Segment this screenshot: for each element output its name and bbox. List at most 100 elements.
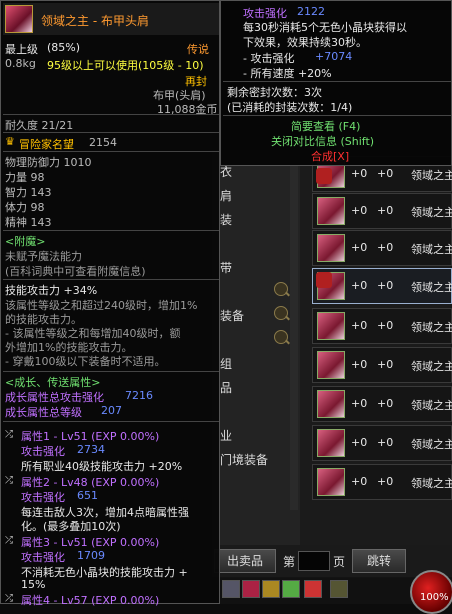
side-atk-value: 2122: [297, 5, 325, 18]
attr3-atk-label: 攻击强化: [21, 551, 65, 564]
divider: [223, 81, 451, 82]
stat-phys-def: 物理防御力 1010: [5, 156, 92, 169]
side-desc-1: 每30秒消耗5个无色小晶块获得以: [243, 21, 407, 34]
category-column: [212, 150, 300, 545]
growth-atk-value: 7216: [125, 389, 153, 402]
clock-icon[interactable]: [304, 580, 322, 598]
hp-orb-value: 100%: [420, 592, 449, 603]
seal-remaining: 剩余密封次数：3次: [227, 86, 322, 99]
zoom-icon[interactable]: [274, 306, 288, 320]
category-item-8[interactable]: 业: [220, 427, 232, 444]
stat-spi: 精神 143: [5, 216, 52, 229]
combine-link[interactable]: 合成[X]: [311, 148, 349, 164]
list-item[interactable]: +0 +0 领域之主: [312, 308, 452, 344]
item-thumbnail: [317, 429, 345, 457]
attr3-title: 属性3 - Lv51 (EXP 0.00%): [21, 536, 160, 549]
item-grade: 最上级: [5, 43, 38, 56]
list-item[interactable]: +0 +0 领域之主: [312, 386, 452, 422]
side-effect-2: - 所有速度 +20%: [243, 67, 332, 80]
item-weight: 0.8kg: [5, 57, 36, 70]
reinforce-value: +0: [351, 241, 368, 254]
skill-desc-5: - 穿戴100级以下装备时不适用。: [5, 355, 166, 368]
list-item[interactable]: +0 +0 领域之主: [312, 464, 452, 500]
page-suffix: 页: [333, 555, 346, 569]
item-rarity: 传说: [187, 43, 209, 56]
attr1-atk-value: 2734: [77, 443, 105, 456]
item-name: 领域之主: [411, 206, 452, 219]
attr2-atk-label: 攻击强化: [21, 491, 65, 504]
amplify-value: +0: [377, 436, 394, 449]
attr3-effect-1: 不消耗无色小晶块的技能攻击力 +: [21, 566, 188, 579]
stat-str: 力量 98: [5, 171, 45, 184]
item-name: 领域之主: [411, 169, 452, 182]
red-badge-icon: [316, 272, 332, 288]
quickslot-icon[interactable]: [330, 580, 348, 598]
reinforce-value: +0: [351, 475, 368, 488]
compare-tooltip: 攻击强化 2122 每30秒消耗5个无色小晶块获得以 下效果，效果持续30秒。 …: [220, 0, 452, 166]
amplify-value: +0: [377, 241, 394, 254]
list-item[interactable]: +0 +0 领域之主: [312, 193, 452, 229]
growth-atk-label: 成长属性总攻击强化: [5, 391, 104, 404]
side-effect-1-label: - 攻击强化: [243, 52, 295, 65]
jump-button[interactable]: 跳转: [352, 549, 406, 573]
item-name: 领域之主: [411, 399, 452, 412]
item-name: 领域之主: [411, 438, 452, 451]
side-desc-2: 下效果，效果持续30秒。: [243, 36, 367, 49]
item-requirement: 95级以上可以使用(105级 - 10): [47, 59, 204, 72]
category-item-3[interactable]: 装: [220, 211, 232, 228]
attr2-effect-2: 化。(最多叠加10次): [21, 520, 121, 533]
heart-icon[interactable]: [242, 580, 260, 598]
item-icon: [5, 5, 33, 33]
attr2-title: 属性2 - Lv48 (EXP 0.00%): [21, 476, 160, 489]
category-item-5[interactable]: 装备: [220, 307, 244, 324]
fame-label: 冒险家名望: [19, 138, 74, 151]
fame-icon: ♛: [5, 135, 15, 148]
item-name: 领域之主: [411, 281, 452, 294]
zoom-icon[interactable]: [274, 282, 288, 296]
reinforce-value: +0: [351, 358, 368, 371]
amplify-value: +0: [377, 204, 394, 217]
item-thumbnail: [317, 351, 345, 379]
list-item[interactable]: +0 +0 领域之主: [312, 425, 452, 461]
item-thumbnail: [317, 234, 345, 262]
reinforce-value: +0: [351, 279, 368, 292]
item-name: 领域之主: [411, 477, 452, 490]
quickslot-icon[interactable]: [222, 580, 240, 598]
attr1-effect: 所有职业40级技能攻击力 +20%: [21, 460, 183, 473]
attr1-title: 属性1 - Lv51 (EXP 0.00%): [21, 430, 160, 443]
item-durability: 耐久度 21/21: [5, 119, 74, 132]
category-item-2[interactable]: 肩: [220, 187, 232, 204]
category-item-6[interactable]: 组: [220, 355, 232, 372]
growth-header: <成长、传送属性>: [5, 376, 101, 389]
brief-view-link[interactable]: 简要查看 (F4): [291, 118, 360, 134]
enchant-hint: (百科词典中可查看附魔信息): [5, 265, 146, 278]
item-name: 领域之主: [411, 243, 452, 256]
close-compare-link[interactable]: 关闭对比信息 (Shift): [271, 133, 374, 149]
attr2-atk-value: 651: [77, 489, 98, 502]
category-scrollbar[interactable]: [290, 150, 298, 510]
category-item-7[interactable]: 品: [220, 379, 232, 396]
list-item[interactable]: +0 +0 领域之主: [312, 230, 452, 266]
amplify-value: +0: [377, 397, 394, 410]
side-effect-1-value: +7074: [315, 50, 353, 63]
page-input[interactable]: [298, 551, 330, 571]
skill-attack: 技能攻击力 +34%: [5, 284, 98, 297]
list-item[interactable]: +0 +0 领域之主: [312, 347, 452, 383]
reinforce-value: +0: [351, 436, 368, 449]
growth-lv-label: 成长属性总等级: [5, 406, 82, 419]
category-item-9[interactable]: 门境装备: [220, 451, 268, 468]
item-name: 领域之主: [411, 321, 452, 334]
category-item-4[interactable]: 带: [220, 259, 232, 276]
quickslot-icon[interactable]: [282, 580, 300, 598]
item-thumbnail: [317, 312, 345, 340]
item-thumbnail: [317, 197, 345, 225]
divider: [3, 114, 219, 115]
list-item-selected[interactable]: +0 +0 领域之主: [312, 268, 452, 304]
zoom-icon[interactable]: [274, 330, 288, 344]
quickslot-icon[interactable]: [262, 580, 280, 598]
page-prefix: 第: [283, 555, 296, 569]
item-thumbnail: [317, 468, 345, 496]
attr3-effect-2: 15%: [21, 578, 46, 591]
sell-button[interactable]: 出卖品: [214, 549, 276, 573]
stat-int: 智力 143: [5, 186, 52, 199]
